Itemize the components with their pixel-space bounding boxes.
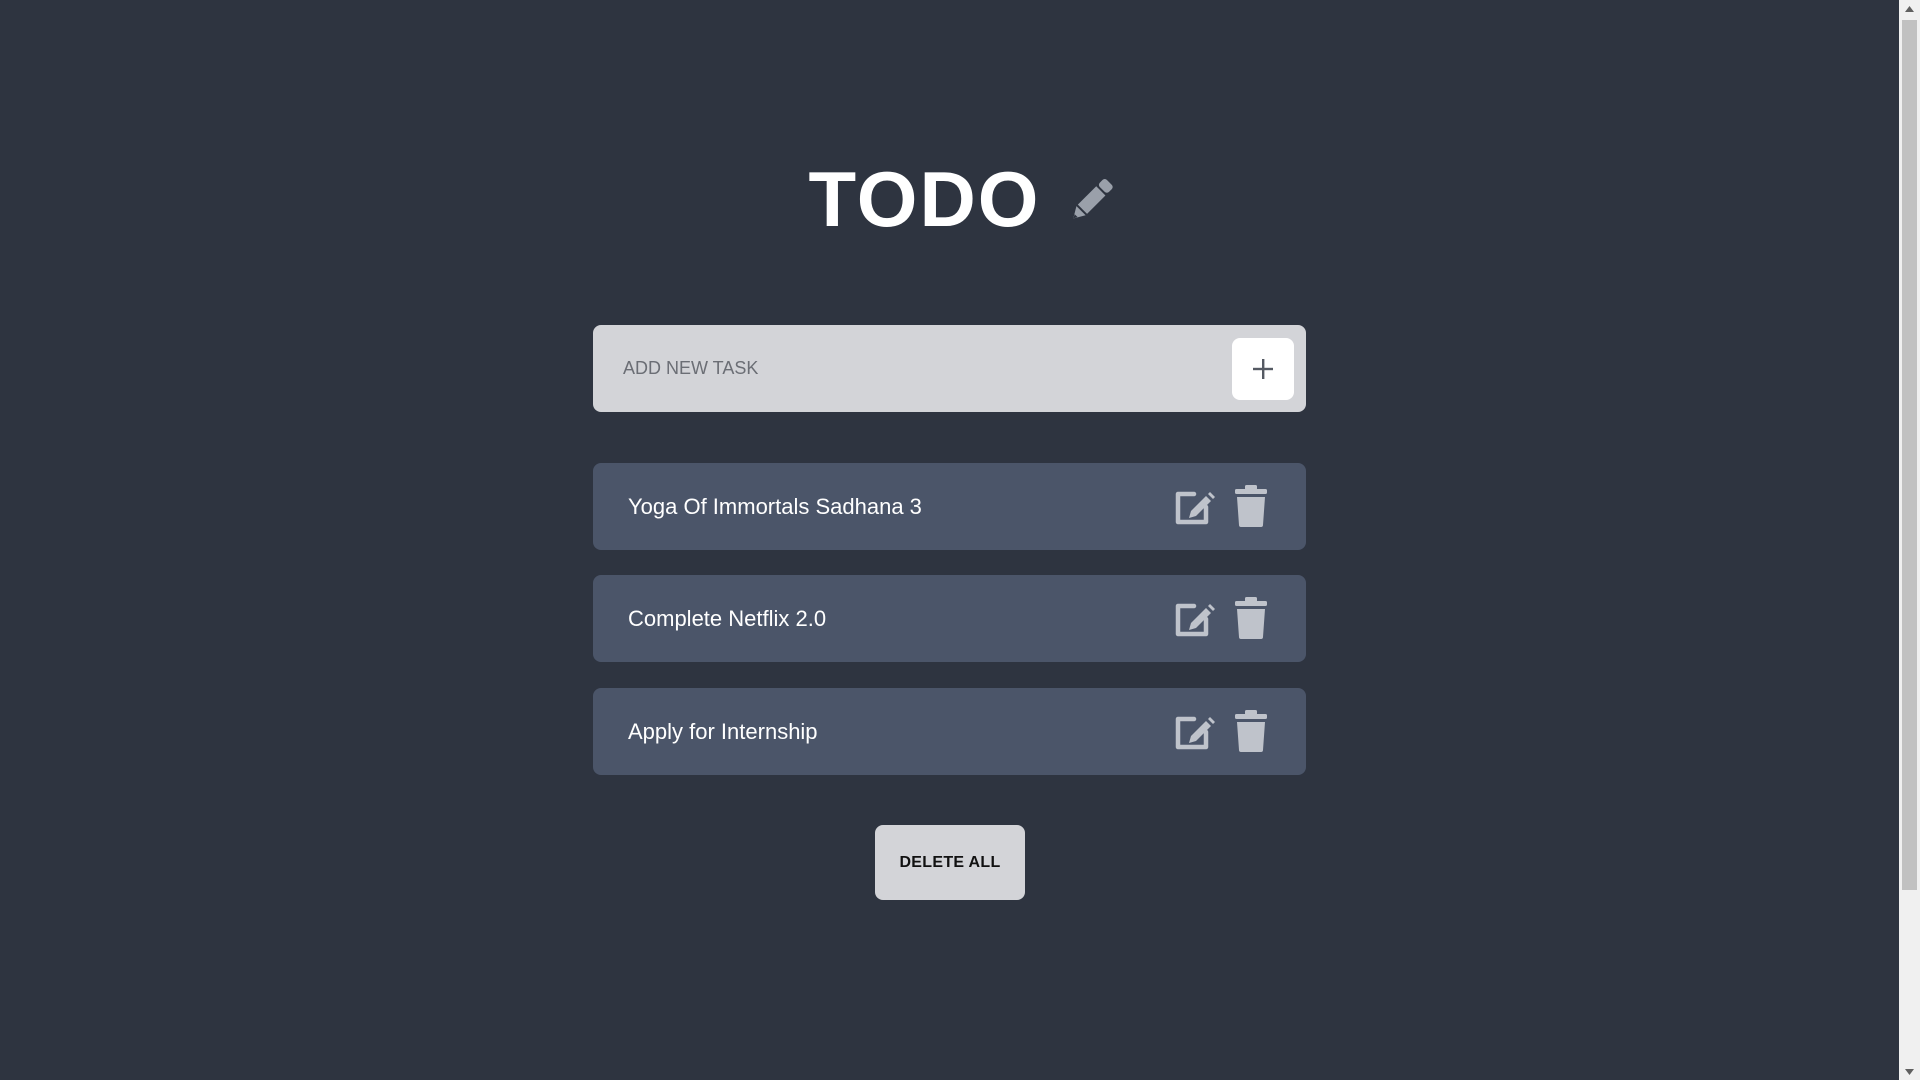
page-title: TODO — [808, 155, 1041, 243]
edit-icon[interactable] — [1173, 710, 1215, 752]
add-task-bar — [593, 325, 1306, 412]
trash-icon[interactable] — [1233, 485, 1269, 527]
delete-all-button[interactable]: DELETE ALL — [875, 825, 1025, 900]
task-text: Apply for Internship — [628, 719, 818, 744]
edit-icon[interactable] — [1173, 485, 1215, 527]
pencil-icon — [1073, 179, 1114, 219]
edit-icon[interactable] — [1173, 597, 1215, 639]
task-text: Yoga Of Immortals Sadhana 3 — [628, 494, 922, 519]
add-task-button[interactable] — [1232, 338, 1294, 400]
scroll-down-icon[interactable] — [1899, 1063, 1920, 1080]
task-item: Apply for Internship — [593, 688, 1306, 775]
task-text: Complete Netflix 2.0 — [628, 606, 827, 631]
scrollbar-thumb[interactable] — [1902, 20, 1917, 890]
task-item: Complete Netflix 2.0 — [593, 575, 1306, 662]
add-task-input[interactable] — [623, 325, 1183, 412]
task-item: Yoga Of Immortals Sadhana 3 — [593, 463, 1306, 550]
header: TODO — [0, 160, 1899, 238]
trash-icon[interactable] — [1233, 597, 1269, 639]
trash-icon[interactable] — [1233, 710, 1269, 752]
plus-icon — [1253, 359, 1273, 379]
scroll-up-icon[interactable] — [1899, 0, 1920, 17]
todo-app: TODO Yoga Of Immortals Sadhana 3 — [0, 0, 1899, 1080]
vertical-scrollbar[interactable] — [1899, 0, 1920, 1080]
